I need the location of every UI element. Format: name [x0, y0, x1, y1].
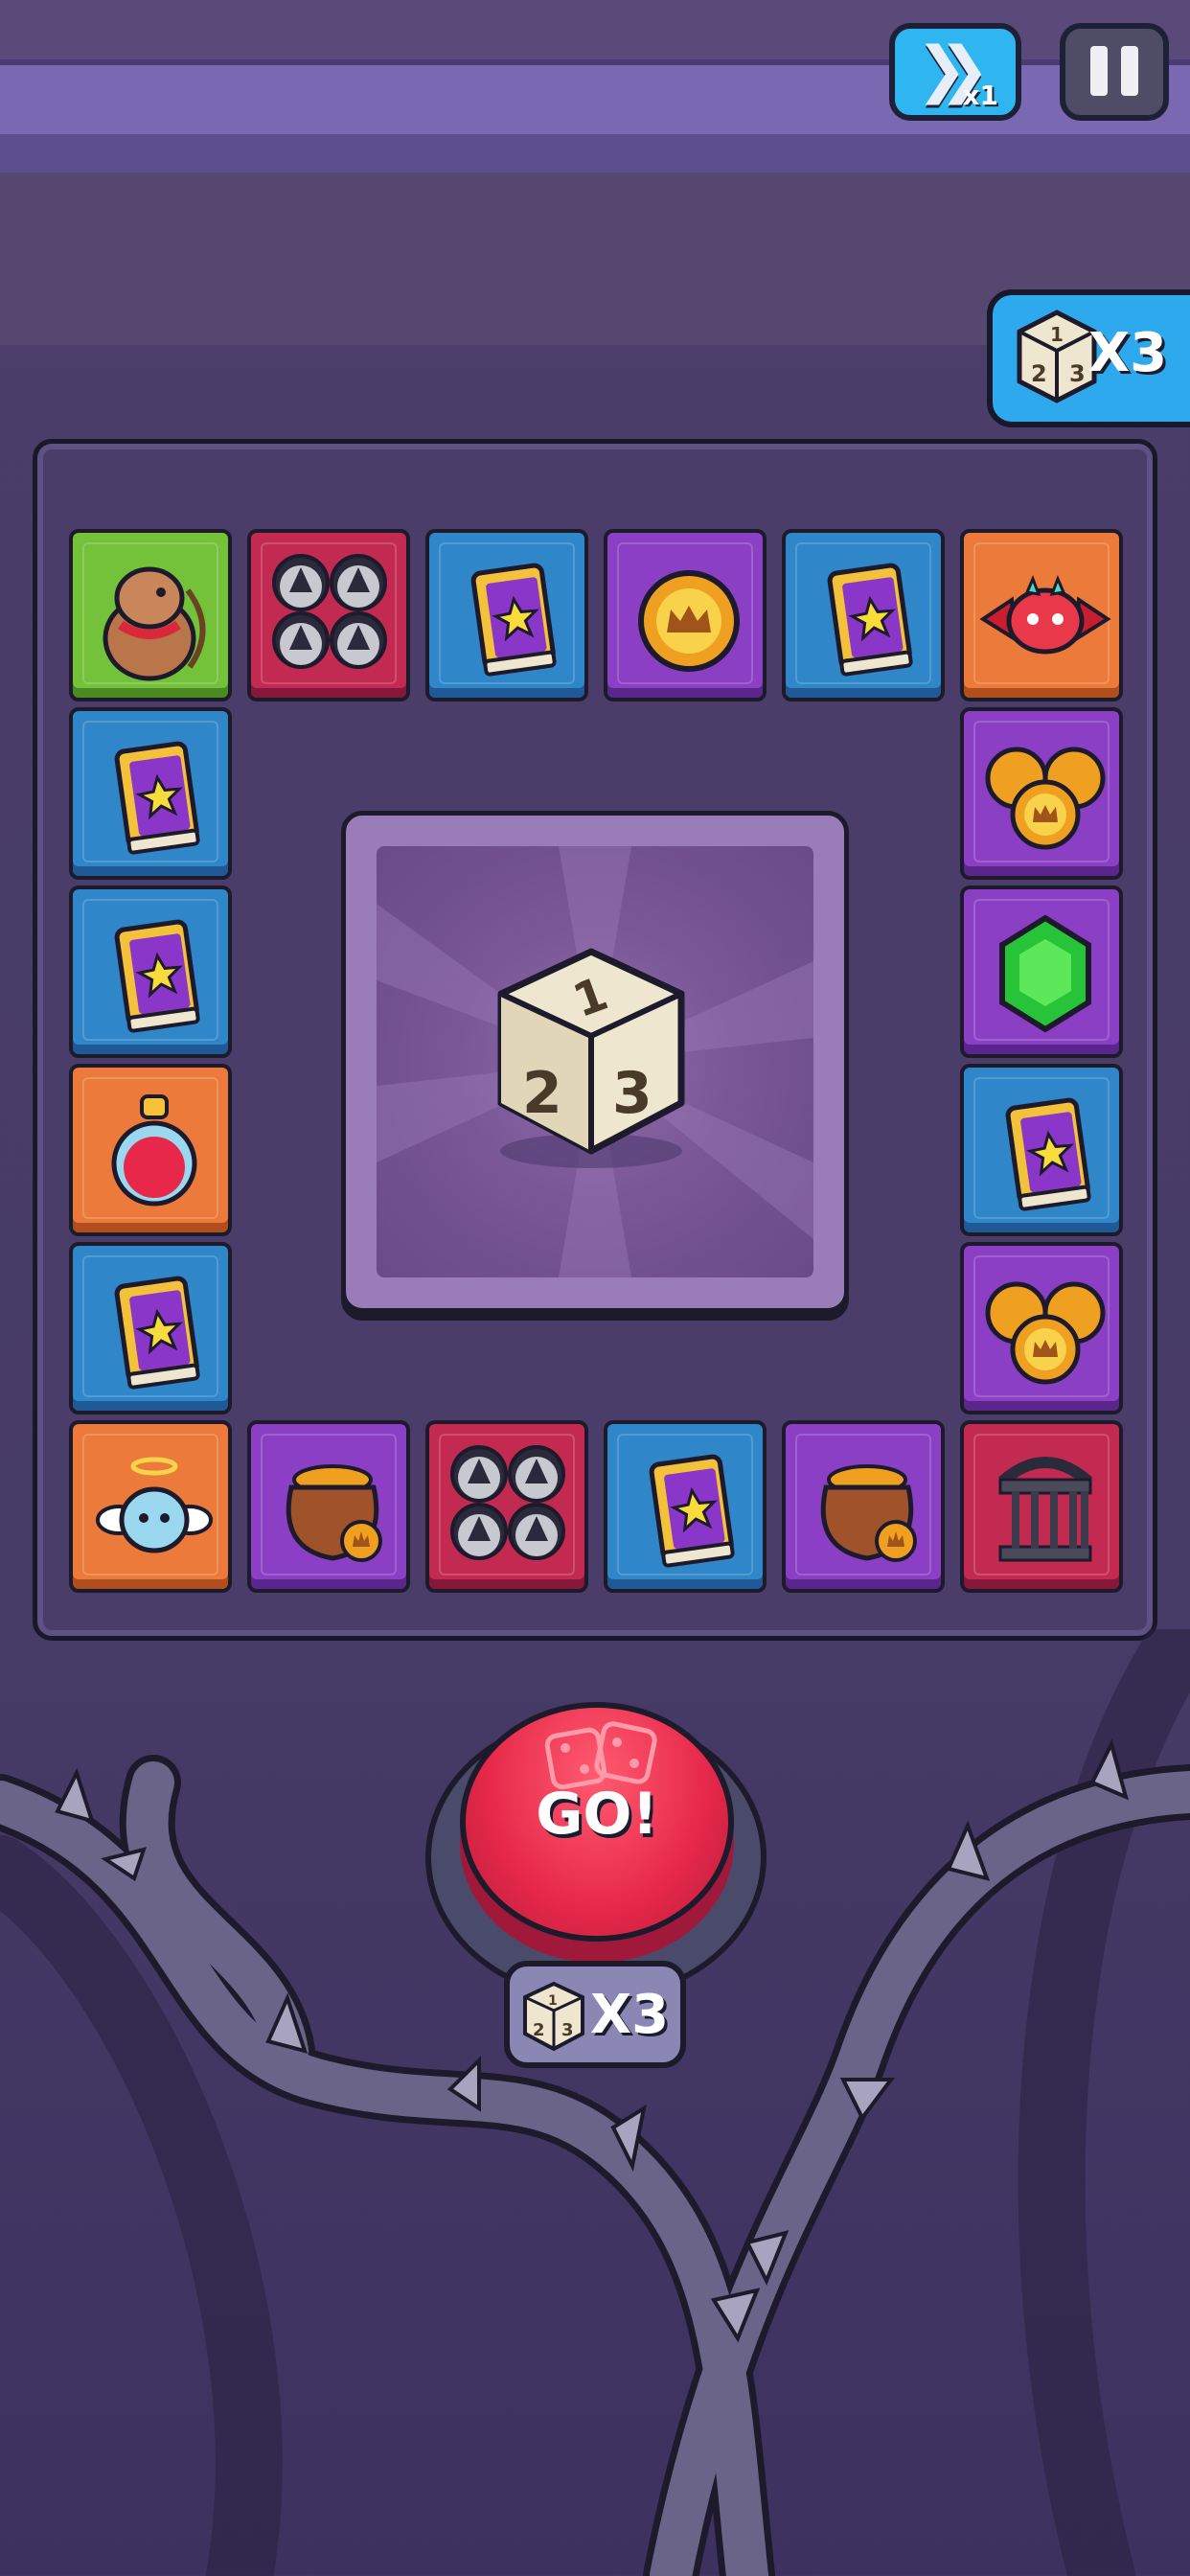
center-dice-icon[interactable]: 1 2 3: [484, 940, 704, 1180]
skill-book-icon: [429, 533, 584, 698]
spike-trap-icon: [429, 1424, 584, 1589]
coin-stack-icon: [964, 711, 1119, 876]
crown-coin-icon: [607, 533, 763, 698]
coin-pot-icon: [786, 1424, 941, 1589]
board-tile[interactable]: [247, 1420, 410, 1593]
svg-text:2: 2: [533, 2020, 545, 2040]
skill-book-icon: [73, 711, 228, 876]
dice-remaining-text: X3: [590, 1984, 670, 2046]
board-tile[interactable]: [960, 1420, 1123, 1593]
board-tile[interactable]: [960, 707, 1123, 880]
speed-button[interactable]: ❯❯ x1: [889, 23, 1021, 121]
svg-text:2: 2: [1031, 360, 1047, 387]
dice-remaining-badge: 1 2 3 X3: [504, 1961, 686, 2068]
skill-book-icon: [786, 533, 941, 698]
board-tile[interactable]: [69, 529, 232, 702]
top-band-shadow: [0, 134, 1190, 172]
board-tile[interactable]: [69, 1420, 232, 1593]
dice-icon: 1 2 3: [523, 1981, 584, 2052]
board-tile[interactable]: [604, 529, 767, 702]
svg-text:3: 3: [561, 2020, 574, 2040]
svg-text:1: 1: [548, 1993, 558, 2009]
board-tile[interactable]: [782, 1420, 945, 1593]
skill-book-icon: [73, 889, 228, 1054]
board-tile[interactable]: [425, 1420, 588, 1593]
dice-icon: 1 2 3: [1017, 310, 1097, 403]
board-tile[interactable]: [425, 529, 588, 702]
angel-ghost-icon: [73, 1424, 228, 1589]
svg-text:1: 1: [1050, 323, 1064, 346]
svg-text:3: 3: [1069, 360, 1086, 387]
coin-stack-icon: [964, 1246, 1119, 1411]
red-bat-enemy-icon: [964, 533, 1119, 698]
cage-icon: [964, 1424, 1119, 1589]
fast-forward-icon: ❯❯: [916, 34, 990, 105]
board-tile[interactable]: [960, 1242, 1123, 1414]
skill-book-icon: [73, 1246, 228, 1411]
dice-roll-area: 1 2 3: [341, 811, 849, 1313]
board-tile[interactable]: [960, 1064, 1123, 1236]
board-tile[interactable]: [782, 529, 945, 702]
board-tile[interactable]: [960, 529, 1123, 702]
speed-label: x1: [962, 80, 998, 111]
health-potion-icon: [73, 1068, 228, 1232]
green-gem-icon: [964, 889, 1119, 1054]
skill-book-icon: [607, 1424, 763, 1589]
spike-trap-icon: [251, 533, 406, 698]
pause-button[interactable]: [1060, 23, 1169, 121]
dice-count-text: X3: [1088, 322, 1168, 384]
board-tile[interactable]: [960, 886, 1123, 1058]
board-tile[interactable]: [247, 529, 410, 702]
board-tile[interactable]: [69, 707, 232, 880]
board-tile[interactable]: [69, 1242, 232, 1414]
board-tile[interactable]: [69, 1064, 232, 1236]
skill-book-icon: [964, 1068, 1119, 1232]
dice-count-badge: 1 2 3 X3: [987, 289, 1190, 427]
coin-pot-icon: [251, 1424, 406, 1589]
player-character-icon: [73, 533, 228, 698]
dice-face-2: 2: [522, 1060, 562, 1127]
board-tile[interactable]: [69, 886, 232, 1058]
board-tile[interactable]: [604, 1420, 767, 1593]
dice-face-3: 3: [612, 1060, 652, 1127]
go-button-label[interactable]: GO!: [460, 1781, 734, 1848]
